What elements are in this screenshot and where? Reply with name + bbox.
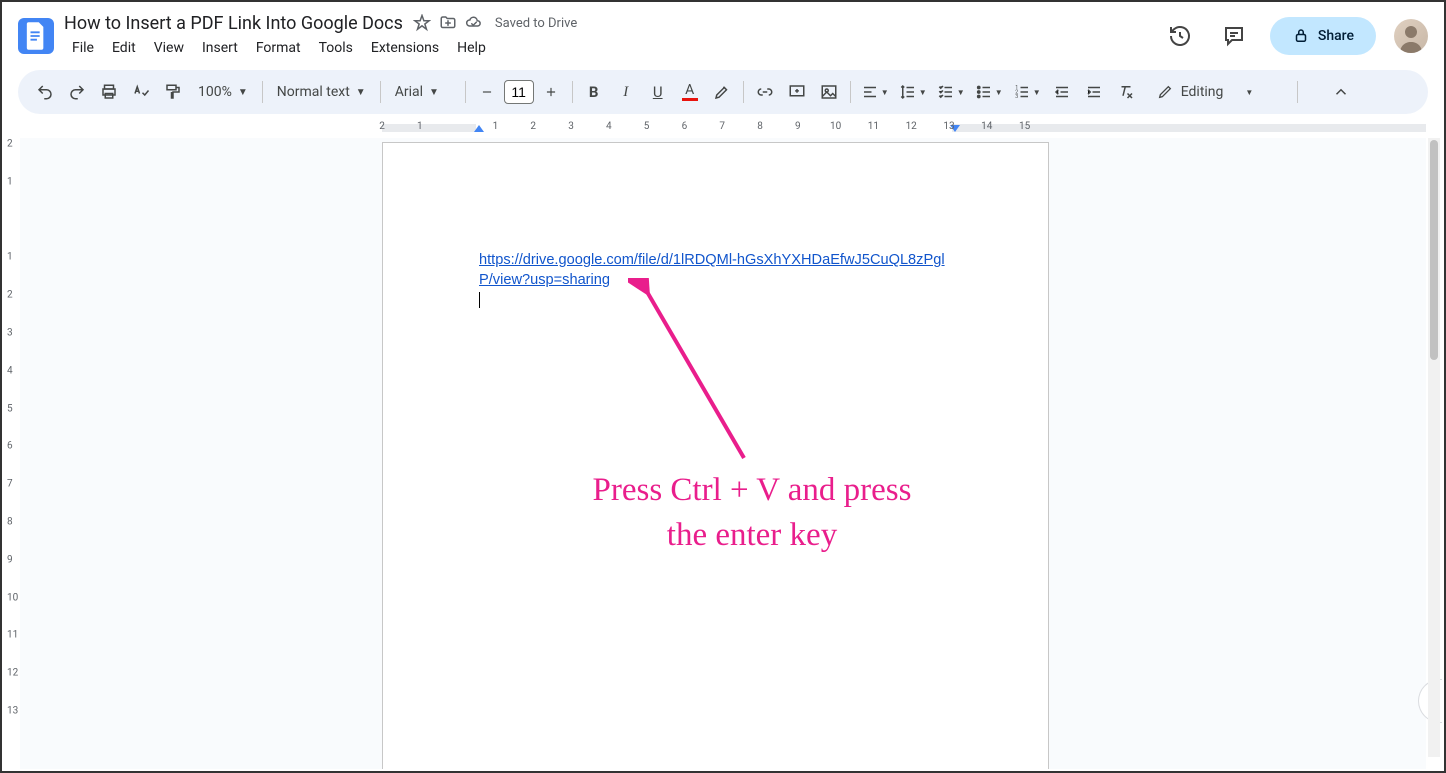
comment-icon[interactable] [1216, 18, 1252, 54]
redo-button[interactable] [62, 77, 92, 107]
line-spacing-button[interactable]: ▼ [895, 77, 931, 107]
title-area: How to Insert a PDF Link Into Google Doc… [64, 13, 1162, 60]
italic-button[interactable]: I [611, 77, 641, 107]
caret-down-icon: ▼ [995, 88, 1003, 97]
menu-bar: File Edit View Insert Format Tools Exten… [64, 36, 1162, 60]
decrease-indent-button[interactable] [1047, 77, 1077, 107]
toolbar: 100%▼ Normal text▼ Arial▼ B I U A ▼ ▼ ▼ … [18, 70, 1428, 114]
share-label: Share [1318, 28, 1354, 44]
menu-file[interactable]: File [64, 36, 102, 60]
caret-down-icon: ▼ [881, 88, 889, 97]
paint-format-button[interactable] [158, 77, 188, 107]
vertical-ruler[interactable]: 2112345678910111213 [2, 138, 20, 769]
caret-down-icon: ▼ [919, 88, 927, 97]
numbered-list-button[interactable]: 123▼ [1009, 77, 1045, 107]
cloud-saved-icon[interactable] [465, 14, 483, 32]
bulleted-list-button[interactable]: ▼ [971, 77, 1007, 107]
caret-down-icon: ▼ [356, 87, 366, 98]
header: How to Insert a PDF Link Into Google Doc… [2, 2, 1444, 62]
horizontal-ruler[interactable]: 21123456789101112131415 [382, 120, 1426, 136]
add-comment-button[interactable] [782, 77, 812, 107]
spellcheck-button[interactable] [126, 77, 156, 107]
separator [572, 81, 573, 103]
print-button[interactable] [94, 77, 124, 107]
move-icon[interactable] [439, 14, 457, 32]
history-icon[interactable] [1162, 18, 1198, 54]
align-button[interactable]: ▼ [857, 77, 893, 107]
paragraph-style-select[interactable]: Normal text▼ [269, 84, 374, 100]
document-title[interactable]: How to Insert a PDF Link Into Google Doc… [64, 13, 403, 34]
saved-status: Saved to Drive [495, 16, 577, 31]
vertical-scrollbar[interactable] [1428, 138, 1440, 757]
font-select[interactable]: Arial▼ [387, 84, 459, 100]
avatar[interactable] [1394, 19, 1428, 53]
document-page[interactable]: https://drive.google.com/file/d/1lRDQMl-… [382, 142, 1049, 769]
separator [743, 81, 744, 103]
docs-logo-icon[interactable] [18, 18, 54, 54]
pasted-link[interactable]: https://drive.google.com/file/d/1lRDQMl-… [479, 252, 945, 288]
text-color-button[interactable]: A [675, 77, 705, 107]
scrollbar-thumb[interactable] [1430, 140, 1438, 360]
insert-link-button[interactable] [750, 77, 780, 107]
checklist-button[interactable]: ▼ [933, 77, 969, 107]
editing-mode-button[interactable]: Editing ▼ [1143, 78, 1268, 106]
menu-insert[interactable]: Insert [194, 36, 246, 60]
menu-tools[interactable]: Tools [311, 36, 361, 60]
menu-help[interactable]: Help [449, 36, 494, 60]
text-cursor [479, 292, 480, 308]
highlight-button[interactable] [707, 77, 737, 107]
undo-button[interactable] [30, 77, 60, 107]
caret-down-icon: ▼ [1033, 88, 1041, 97]
font-size-input[interactable] [504, 80, 534, 104]
separator [850, 81, 851, 103]
caret-down-icon: ▼ [1245, 88, 1253, 97]
star-icon[interactable] [413, 14, 431, 32]
caret-down-icon: ▼ [238, 87, 248, 98]
decrease-font-button[interactable] [472, 77, 502, 107]
menu-extensions[interactable]: Extensions [363, 36, 447, 60]
clear-formatting-button[interactable] [1111, 77, 1141, 107]
separator [262, 81, 263, 103]
increase-indent-button[interactable] [1079, 77, 1109, 107]
bold-button[interactable]: B [579, 77, 609, 107]
menu-edit[interactable]: Edit [104, 36, 144, 60]
share-button[interactable]: Share [1270, 17, 1376, 55]
zoom-select[interactable]: 100%▼ [190, 84, 256, 100]
caret-down-icon: ▼ [957, 88, 965, 97]
insert-image-button[interactable] [814, 77, 844, 107]
svg-text:3: 3 [1015, 94, 1018, 100]
separator [465, 81, 466, 103]
document-canvas[interactable]: https://drive.google.com/file/d/1lRDQMl-… [20, 138, 1426, 769]
underline-button[interactable]: U [643, 77, 673, 107]
separator [1297, 81, 1298, 103]
hide-menus-button[interactable] [1328, 79, 1354, 105]
menu-view[interactable]: View [146, 36, 192, 60]
separator [380, 81, 381, 103]
increase-font-button[interactable] [536, 77, 566, 107]
menu-format[interactable]: Format [248, 36, 309, 60]
caret-down-icon: ▼ [429, 87, 439, 98]
